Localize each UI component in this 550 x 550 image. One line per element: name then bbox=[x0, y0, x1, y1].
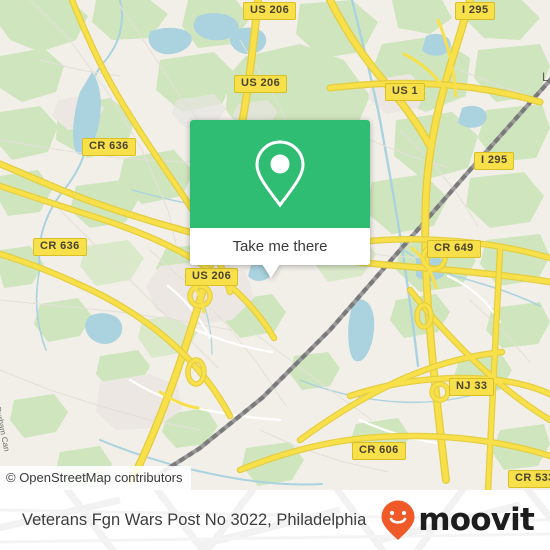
moovit-wordmark: moovit bbox=[418, 501, 535, 538]
callout-tail bbox=[262, 264, 280, 278]
road-shield-cr-606: CR 606 bbox=[352, 442, 406, 460]
callout-action-row[interactable]: Take me there bbox=[190, 228, 370, 265]
map-pin-icon bbox=[255, 140, 305, 208]
road-shield-us-206: US 206 bbox=[234, 75, 288, 93]
road-shield-cr-636: CR 636 bbox=[82, 138, 136, 156]
bottom-info-bar: Veterans Fgn Wars Post No 3022, Philadel… bbox=[0, 490, 550, 550]
road-shield-i-295: I 295 bbox=[474, 152, 515, 170]
callout-pin-panel bbox=[190, 120, 370, 228]
road-shield-us-206: US 206 bbox=[185, 268, 239, 286]
road-shield-i-295: I 295 bbox=[455, 2, 496, 20]
page-title: Veterans Fgn Wars Post No 3022, Philadel… bbox=[22, 490, 366, 550]
map-label: L bbox=[542, 70, 549, 84]
road-shield-cr-636: CR 636 bbox=[33, 238, 87, 256]
road-shield-us-206: US 206 bbox=[243, 2, 297, 20]
road-shield-cr-649: CR 649 bbox=[427, 240, 481, 258]
callout-body: Take me there bbox=[190, 120, 370, 265]
moovit-smiley-pin-icon bbox=[381, 500, 415, 540]
take-me-there-label: Take me there bbox=[232, 238, 328, 255]
moovit-logo: moovit bbox=[380, 490, 535, 550]
road-shield-nj-33: NJ 33 bbox=[449, 378, 495, 396]
road-shield-cr-533: CR 533 bbox=[508, 470, 550, 488]
place-title-text: Veterans Fgn Wars Post No 3022, Philadel… bbox=[22, 510, 367, 529]
moovit-map-screenshot: .g { fill:#cfe5bd; } .g2 { fill:#d9e9c9;… bbox=[0, 0, 550, 550]
map-canvas[interactable]: .g { fill:#cfe5bd; } .g2 { fill:#d9e9c9;… bbox=[0, 0, 550, 490]
location-callout-card[interactable]: Take me there bbox=[190, 120, 370, 278]
road-shield-us-1: US 1 bbox=[385, 83, 426, 101]
osm-attribution[interactable]: © OpenStreetMap contributors bbox=[0, 466, 191, 490]
